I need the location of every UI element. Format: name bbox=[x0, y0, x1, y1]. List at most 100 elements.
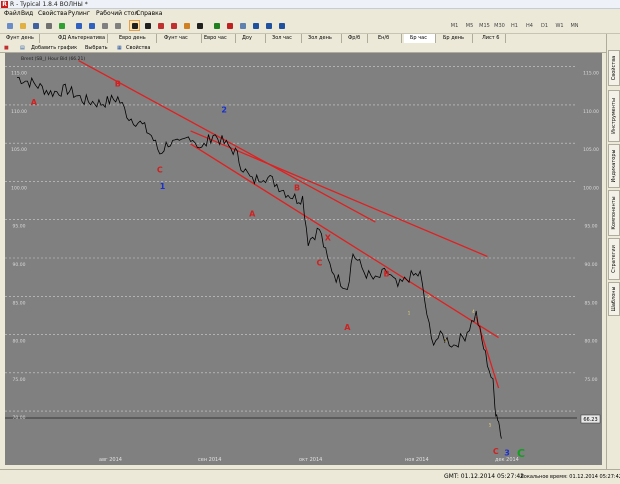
wave-label: A bbox=[31, 98, 38, 107]
x-tick-label: авг 2014 bbox=[99, 457, 122, 463]
arrow-down-button[interactable] bbox=[224, 20, 235, 31]
chart-candles-button[interactable] bbox=[263, 20, 274, 31]
minor-wave-label: 4 bbox=[472, 309, 475, 314]
fibo-tool-button[interactable] bbox=[181, 20, 192, 31]
app-window: R R - Typical 1.8.4 ВОЛНЫ * Файл Вид Сво… bbox=[0, 0, 620, 483]
print-button[interactable] bbox=[43, 20, 54, 31]
tab-br-hour[interactable]: Бр час bbox=[404, 34, 436, 43]
timeframe-m1-button[interactable]: M1 bbox=[447, 21, 462, 31]
chart-line-icon bbox=[279, 23, 285, 29]
line-tool-icon bbox=[158, 23, 164, 29]
local-time: Локальное время: 01.12.2014 05:27:42 bbox=[520, 474, 620, 480]
trendline-4[interactable] bbox=[475, 316, 500, 389]
side-tab-tools[interactable]: Инструменты bbox=[608, 90, 620, 142]
tab-sheet-6[interactable]: Лист 6 bbox=[476, 34, 506, 43]
wave-label: X bbox=[325, 233, 332, 242]
wave-label: 2 bbox=[221, 106, 227, 115]
save-button[interactable] bbox=[30, 20, 41, 31]
timeframe-m30-button[interactable]: M30 bbox=[492, 21, 507, 31]
chart-bars-button[interactable] bbox=[250, 20, 261, 31]
y-axis-ticks: 115.00 115.00 110.00 110.00 105.00 105.00 100.… bbox=[11, 71, 599, 421]
tab-funt-day[interactable]: Фунт день bbox=[0, 34, 40, 43]
x-tick-label: ноя 2014 bbox=[405, 457, 429, 463]
redo-button[interactable] bbox=[86, 20, 97, 31]
grid-button[interactable] bbox=[237, 20, 248, 31]
properties-button[interactable]: Свойства bbox=[126, 43, 150, 53]
crosshair-button[interactable] bbox=[142, 20, 153, 31]
tab-en[interactable]: Ен/б bbox=[372, 34, 402, 43]
timeframe-m15-button[interactable]: M15 bbox=[477, 21, 492, 31]
wave-label: B bbox=[384, 269, 390, 278]
new-button[interactable] bbox=[4, 20, 15, 31]
side-tab-strategies[interactable]: Стратегии bbox=[608, 238, 620, 280]
arrow-up-icon bbox=[214, 23, 220, 29]
zoom-in-button[interactable] bbox=[99, 20, 110, 31]
chart-line-button[interactable] bbox=[276, 20, 287, 31]
zoom-out-button[interactable] bbox=[112, 20, 123, 31]
open-button[interactable] bbox=[17, 20, 28, 31]
chart-bars-icon bbox=[253, 23, 259, 29]
timeframe-h4-button[interactable]: H4 bbox=[522, 21, 537, 31]
add-chart-button[interactable]: Добавить график bbox=[31, 43, 77, 53]
y-tick-label: 115.00 bbox=[11, 71, 27, 77]
wave-label: B bbox=[115, 80, 121, 89]
menu-desktop[interactable]: Рабочий стол bbox=[96, 9, 138, 18]
print-icon bbox=[46, 23, 52, 29]
app-logo-icon: R bbox=[1, 1, 8, 8]
timeframe-h1-button[interactable]: H1 bbox=[507, 21, 522, 31]
tab-dow[interactable]: Доу bbox=[236, 34, 266, 43]
right-side-panel: Свойства Инструменты Индикаторы Компонен… bbox=[606, 34, 620, 469]
fibo-tool-icon bbox=[184, 23, 190, 29]
tab-euro-day[interactable]: Евро день bbox=[113, 34, 157, 43]
text-tool-icon bbox=[197, 23, 203, 29]
arrow-up-button[interactable] bbox=[211, 20, 222, 31]
menu-bar: Файл Вид Свойства Рулинг Рабочий стол Сп… bbox=[0, 9, 620, 18]
save-icon bbox=[33, 23, 39, 29]
text-tool-button[interactable] bbox=[194, 20, 205, 31]
price-chart[interactable]: ABC12ABXCABC3C12345 115.00 115.00 110.00 11… bbox=[5, 53, 602, 465]
wave-label: 1 bbox=[160, 182, 166, 191]
grid-icon bbox=[240, 23, 246, 29]
channel-tool-icon bbox=[171, 23, 177, 29]
trendline-3[interactable] bbox=[190, 143, 499, 339]
tab-funt-hour[interactable]: Фунт час bbox=[158, 34, 202, 43]
chart-canvas[interactable]: ABC12ABXCABC 3 C12345 115.00 115.00110.00 11… bbox=[5, 53, 602, 465]
gmt-time: GMT: 01.12.2014 05:27:42 bbox=[444, 473, 524, 480]
x-axis: авг 2014 сен 2014 окт 2014 ноя 2014 дек … bbox=[5, 456, 602, 465]
side-tab-indicators[interactable]: Индикаторы bbox=[608, 144, 620, 188]
side-tab-templates[interactable]: Шаблоны bbox=[608, 282, 620, 316]
menu-view[interactable]: Вид bbox=[21, 9, 33, 18]
undo-button[interactable] bbox=[73, 20, 84, 31]
y-tick-label: 85.00 bbox=[585, 300, 598, 306]
menu-file[interactable]: Файл bbox=[4, 9, 21, 18]
trendlines[interactable] bbox=[78, 59, 500, 389]
timeframe-d1-button[interactable]: D1 bbox=[537, 21, 552, 31]
wave-labels: ABC12ABXCABC 3 C12345 bbox=[31, 80, 525, 460]
line-tool-button[interactable] bbox=[155, 20, 166, 31]
timeframe-mn-button[interactable]: MN bbox=[567, 21, 582, 31]
tab-fr[interactable]: Фр/б bbox=[342, 34, 368, 43]
menu-properties[interactable]: Свойства bbox=[38, 9, 67, 18]
side-tab-components[interactable]: Компоненты bbox=[608, 190, 620, 236]
tab-br-day[interactable]: Бр день bbox=[437, 34, 473, 43]
refresh-button[interactable] bbox=[56, 20, 67, 31]
side-tab-properties[interactable]: Свойства bbox=[608, 50, 620, 86]
y-tick-label: 105.00 bbox=[583, 147, 599, 153]
tab-gold-hour[interactable]: Зол час bbox=[266, 34, 302, 43]
y-tick-label: 70.00 bbox=[13, 415, 26, 421]
chart-settings-icon[interactable]: ■ bbox=[4, 43, 9, 53]
tab-euro-hour[interactable]: Евро час bbox=[198, 34, 236, 43]
tab-fd-alternative[interactable]: ФД Альтернатива bbox=[52, 34, 108, 43]
cursor-button[interactable] bbox=[129, 20, 140, 31]
menu-help[interactable]: Справка bbox=[136, 9, 162, 18]
minor-wave-label: 3 bbox=[444, 338, 447, 343]
tab-gold-day[interactable]: Зол день bbox=[302, 34, 342, 43]
timeframe-w1-button[interactable]: W1 bbox=[552, 21, 567, 31]
select-button[interactable]: Выбрать bbox=[85, 43, 108, 53]
timeframe-m5-button[interactable]: M5 bbox=[462, 21, 477, 31]
channel-tool-button[interactable] bbox=[168, 20, 179, 31]
y-tick-label: 100.00 bbox=[11, 185, 27, 191]
y-tick-label: 75.00 bbox=[585, 377, 598, 383]
menu-ruling[interactable]: Рулинг bbox=[68, 9, 90, 18]
wave-label: C bbox=[493, 447, 499, 456]
